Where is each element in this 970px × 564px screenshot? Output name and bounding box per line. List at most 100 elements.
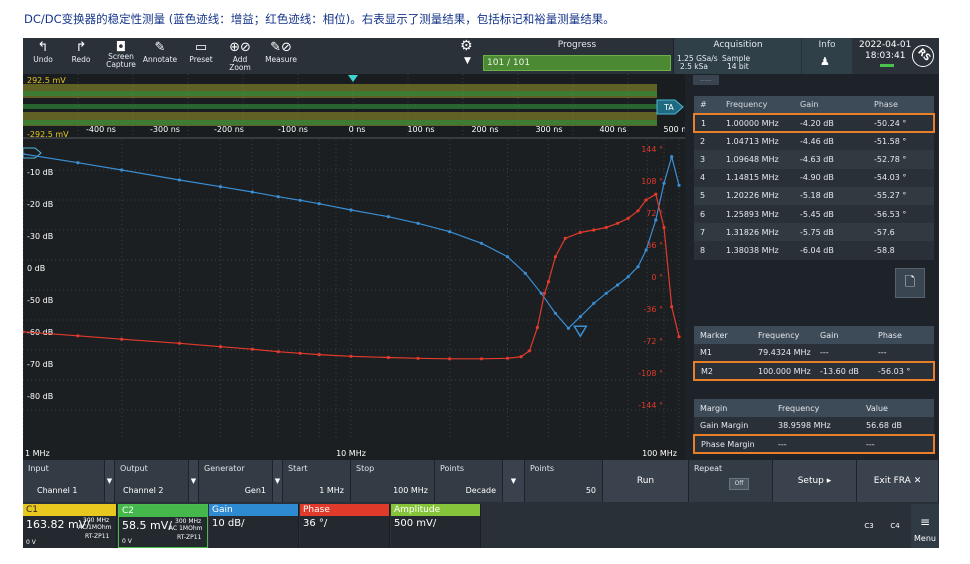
result-index: 1 — [693, 112, 720, 134]
points-count-field[interactable]: Points 50 — [525, 460, 603, 502]
result-row[interactable]: 6 1.25893 MHz -5.45 dB -56.53 ° — [694, 204, 934, 224]
output-dropdown-icon[interactable]: ▼ — [189, 460, 199, 502]
run-button[interactable]: Run — [603, 460, 689, 502]
annotate-button[interactable]: ✎ Annotate — [141, 38, 179, 74]
stop-frequency-field[interactable]: Stop 100 MHz — [351, 460, 435, 502]
series-gain-point — [505, 255, 510, 259]
acquisition-panel[interactable]: Acquisition 1.25 GSa/s 2.5 kSa Sample 14… — [673, 38, 801, 74]
series-gain-point — [654, 218, 658, 222]
camera-icon: ◘ — [115, 40, 127, 55]
network-icon — [880, 64, 894, 67]
setup-button[interactable]: Setup ▸ — [773, 460, 857, 502]
y-tick-label-right: -72 ° — [643, 337, 663, 346]
undo-button[interactable]: ↰ Undo — [25, 38, 61, 74]
result-gain: -5.45 dB — [794, 204, 868, 224]
info-title: Info — [818, 40, 836, 50]
gear-icon[interactable]: ⚙ — [460, 38, 473, 54]
repeat-toggle[interactable]: Repeat Off — [689, 460, 773, 502]
acq-resolution: 14 bit — [727, 62, 749, 71]
repeat-switch[interactable]: Off — [729, 478, 749, 490]
margin-name: Phase Margin — [693, 434, 772, 454]
result-frequency: 1.20226 MHz — [720, 186, 794, 205]
channel-c2[interactable]: C2 58.5 mV/ 300 MHz AC 1MOhm RT-ZP11 0 V — [118, 504, 208, 548]
time: 18:03:41 — [865, 51, 906, 61]
measure-button[interactable]: ✎⊘ Measure — [261, 38, 301, 74]
channel-c3-button[interactable]: C3 — [857, 504, 881, 548]
panel-tab[interactable]: ...... — [693, 75, 719, 85]
result-gain: -4.46 dB — [794, 132, 868, 151]
close-icon: ✕ — [913, 476, 922, 486]
result-row[interactable]: 8 1.38038 MHz -6.04 dB -58.8 — [694, 241, 934, 260]
marker-name: M2 — [693, 361, 752, 381]
series-gain-point — [250, 190, 254, 194]
channel-c4-button[interactable]: C4 — [883, 504, 907, 548]
menu-button[interactable]: ≡ Menu — [911, 504, 939, 548]
marker-phase: --- — [872, 344, 934, 362]
preset-button[interactable]: ▭ Preset — [183, 38, 219, 74]
marker-frequency: 79.4324 MHz — [752, 344, 814, 362]
y-tick-label-left: -20 dB — [27, 200, 53, 209]
gain-margin-marker — [572, 325, 588, 338]
series-gain-point — [218, 185, 223, 189]
y-tick-label-right: 0 ° — [651, 273, 663, 282]
series-phase-point — [654, 192, 658, 196]
channel-bar: C1 163.82 mV/ 300 MHz AC 1MOhm RT-ZP11 0… — [23, 502, 939, 548]
start-frequency-field[interactable]: Start 1 MHz — [283, 460, 351, 502]
result-row[interactable]: 4 1.14815 MHz -4.90 dB -54.03 ° — [694, 168, 934, 187]
channel-phase[interactable]: Phase 36 °/ — [300, 504, 390, 548]
exit-fra-button[interactable]: Exit FRA ✕ — [857, 460, 939, 502]
series-gain-point — [177, 178, 182, 182]
result-phase: -57.6 — [868, 223, 934, 242]
marker-row[interactable]: M2 100.000 MHz -13.60 dB -56.03 ° — [693, 361, 935, 381]
y-tick-label-right: -144 ° — [638, 401, 663, 410]
marker-frequency: 100.000 MHz — [752, 361, 814, 381]
screen-capture-button[interactable]: ◘ Screen Capture — [103, 38, 139, 74]
series-gain-point — [636, 265, 640, 269]
result-row[interactable]: 7 1.31826 MHz -5.75 dB -57.6 — [694, 223, 934, 242]
col-header-phase: Phase — [872, 326, 934, 344]
marker-table: Marker Frequency Gain Phase M1 79.4324 M… — [693, 326, 935, 381]
redo-button[interactable]: ↱ Redo — [63, 38, 99, 74]
generator-dropdown-icon[interactable]: ▼ — [273, 460, 283, 502]
waveform-tick-label: 500 ns — [663, 125, 685, 134]
result-row[interactable]: 1 1.00000 MHz -4.20 dB -50.24 ° — [693, 112, 935, 134]
channel-amplitude[interactable]: Amplitude 500 mV/ — [391, 504, 481, 548]
waveform-tick-label: -400 ns — [86, 125, 116, 134]
series-phase-point — [542, 291, 547, 295]
result-row[interactable]: 5 1.20226 MHz -5.18 dB -55.27 ° — [694, 186, 934, 205]
chevron-down-icon[interactable]: ▼ — [464, 56, 471, 66]
col-header-frequency: Frequency — [752, 326, 814, 344]
x-tick-label: 10 MHz — [336, 449, 366, 458]
series-gain-point — [626, 275, 630, 279]
margin-value: 56.68 dB — [860, 417, 934, 435]
channel-gain[interactable]: Gain 10 dB/ — [209, 504, 299, 548]
figure-caption: DC/DC变换器的稳定性测量 (蓝色迹线：增益；红色迹线：相位)。右表显示了测量… — [24, 12, 615, 26]
result-row[interactable]: 3 1.09648 MHz -4.63 dB -52.78 ° — [694, 150, 934, 169]
series-phase-point — [553, 255, 558, 259]
channel-c1[interactable]: C1 163.82 mV/ 300 MHz AC 1MOhm RT-ZP11 0… — [23, 504, 117, 548]
marker-row[interactable]: M1 79.4324 MHz --- --- — [694, 344, 934, 362]
result-row[interactable]: 2 1.04713 MHz -4.46 dB -51.58 ° — [694, 132, 934, 151]
result-gain: -6.04 dB — [794, 241, 868, 260]
fra-control-bar: Input Channel 1 ▼ Output Channel 2 ▼ Gen… — [23, 460, 939, 502]
marker-name: M1 — [694, 344, 752, 362]
points-dropdown-icon[interactable]: ▼ — [503, 460, 525, 502]
y-tick-label-left: -50 dB — [27, 296, 53, 305]
document-icon[interactable]: 🗋 — [895, 268, 925, 298]
margin-row[interactable]: Phase Margin --- --- — [693, 434, 935, 454]
points-mode-select[interactable]: Points Decade — [435, 460, 503, 502]
plot-area[interactable]: 292.5 mV -292.5 mV TA -400 ns -300 ns -200 ns… — [23, 74, 685, 460]
margin-row[interactable]: Gain Margin 38.9598 MHz 56.68 dB — [694, 417, 934, 435]
info-panel[interactable]: Info ♟ — [802, 38, 852, 74]
series-phase-point — [592, 228, 596, 232]
series-gain-point — [566, 326, 571, 330]
input-select[interactable]: Input Channel 1 — [23, 460, 105, 502]
output-select[interactable]: Output Channel 2 — [115, 460, 189, 502]
series-phase-point — [479, 357, 484, 361]
result-phase: -52.78 ° — [868, 150, 934, 169]
generator-select[interactable]: Generator Gen1 — [199, 460, 273, 502]
input-dropdown-icon[interactable]: ▼ — [105, 460, 115, 502]
bode-chart[interactable]: 292.5 mV-292.5 mVTA-400 ns -300 ns -200 ns… — [23, 74, 685, 460]
add-zoom-button[interactable]: ⊕⊘ Add Zoom — [221, 38, 259, 74]
acquisition-title: Acquisition — [713, 40, 763, 50]
